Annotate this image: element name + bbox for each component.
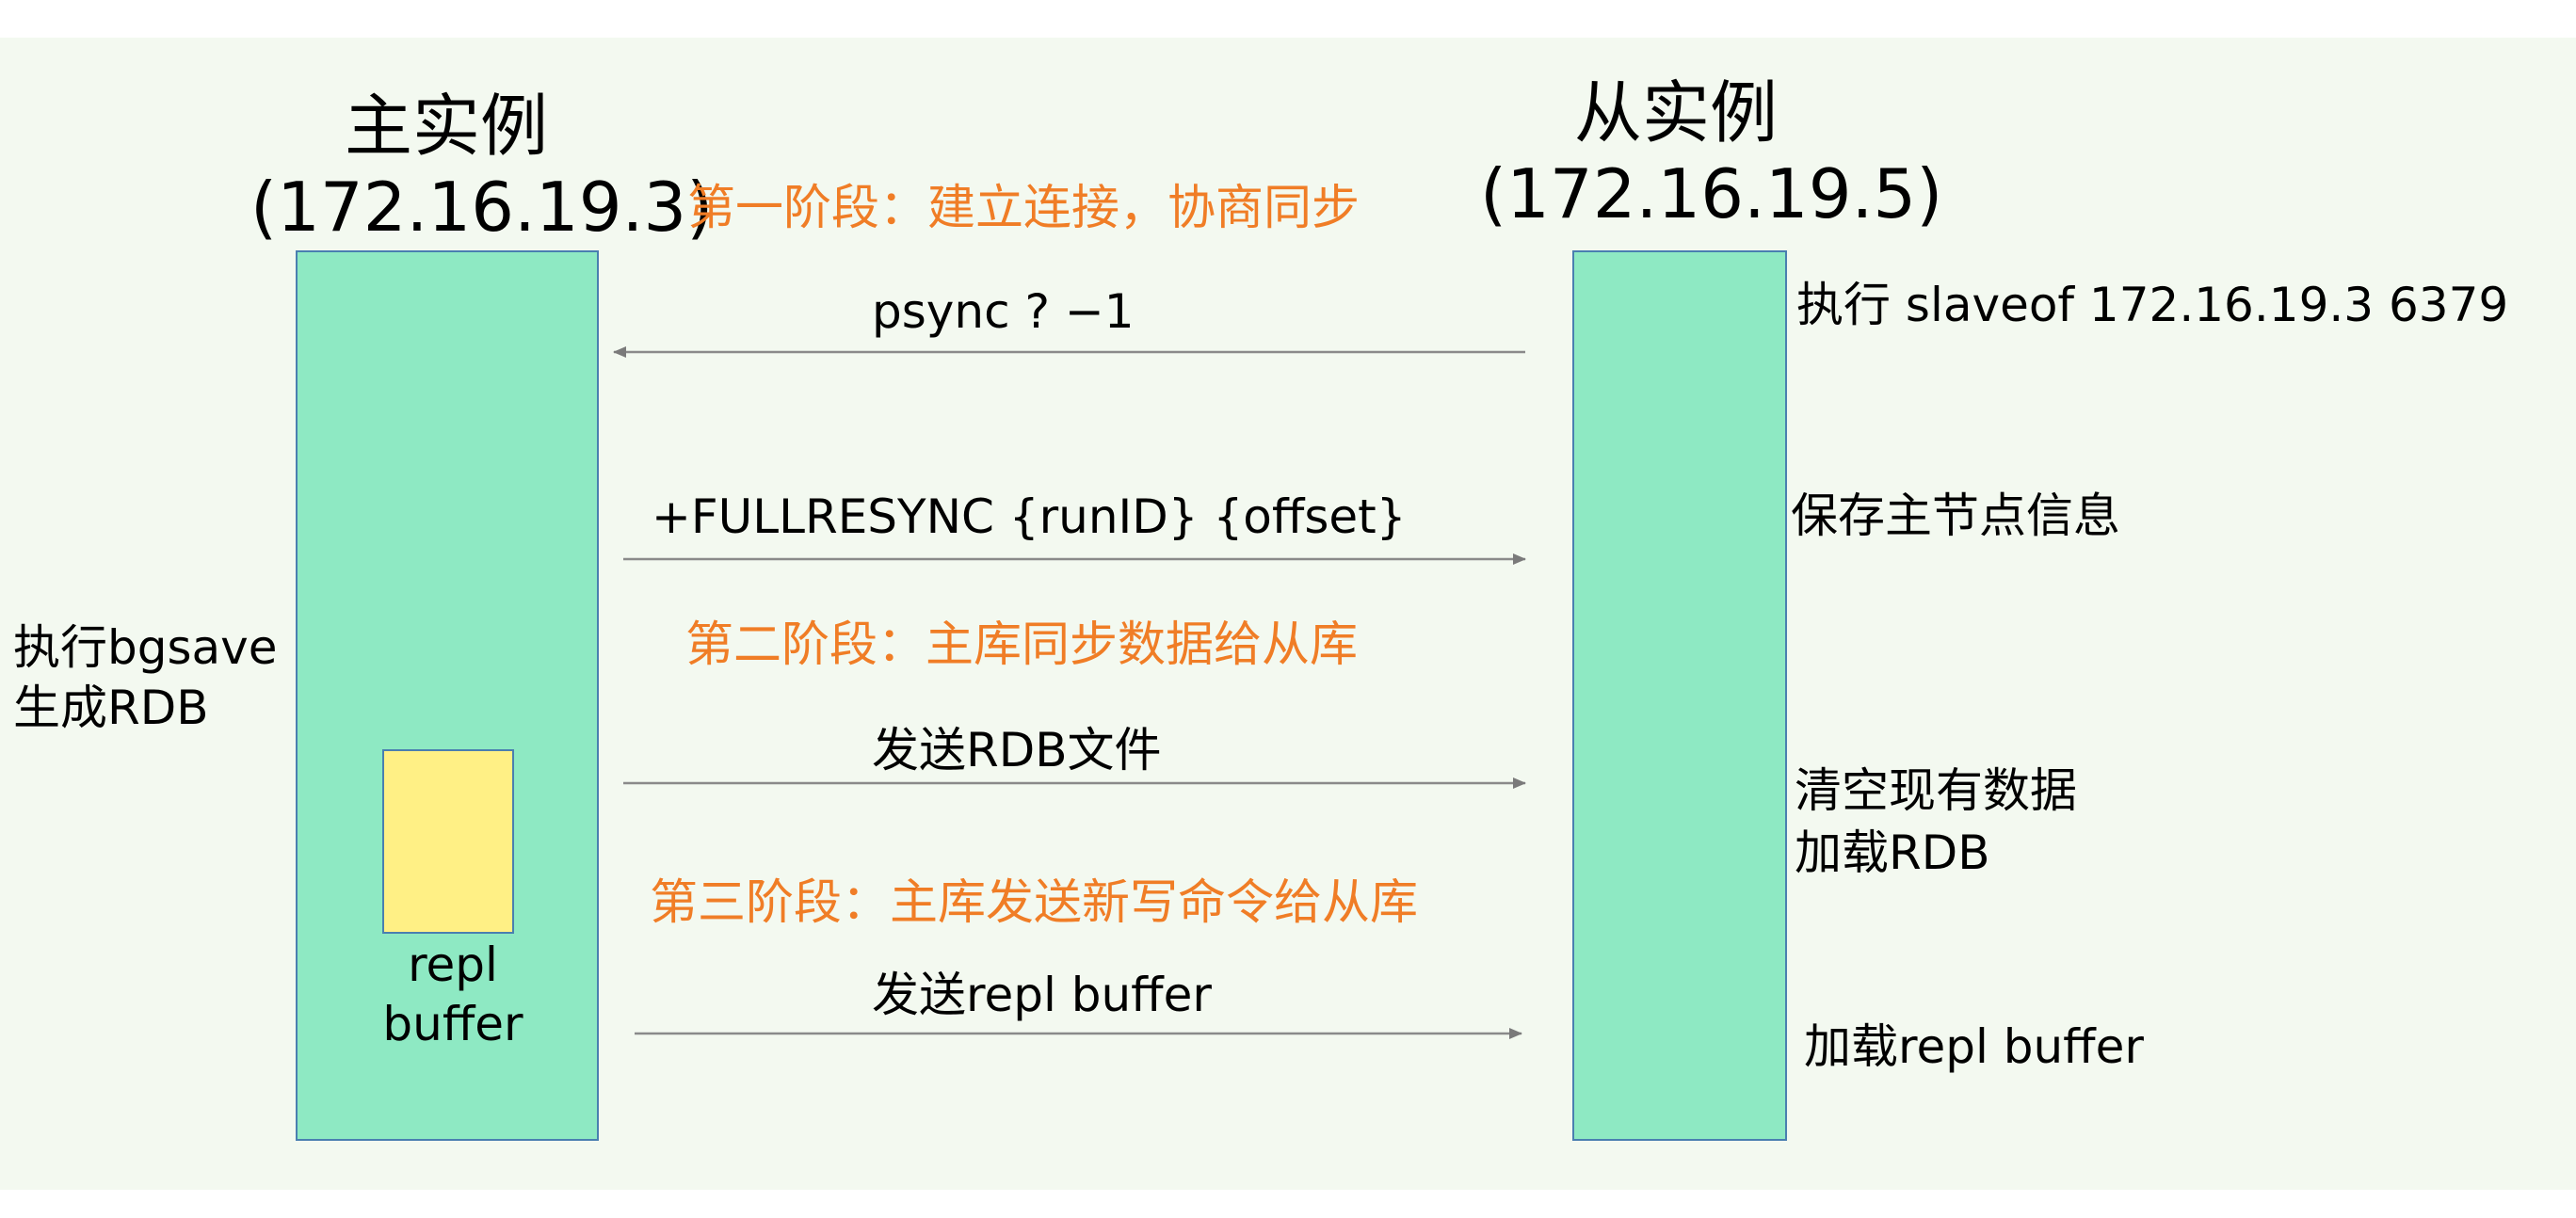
arrows-layer: [613, 346, 1526, 1039]
